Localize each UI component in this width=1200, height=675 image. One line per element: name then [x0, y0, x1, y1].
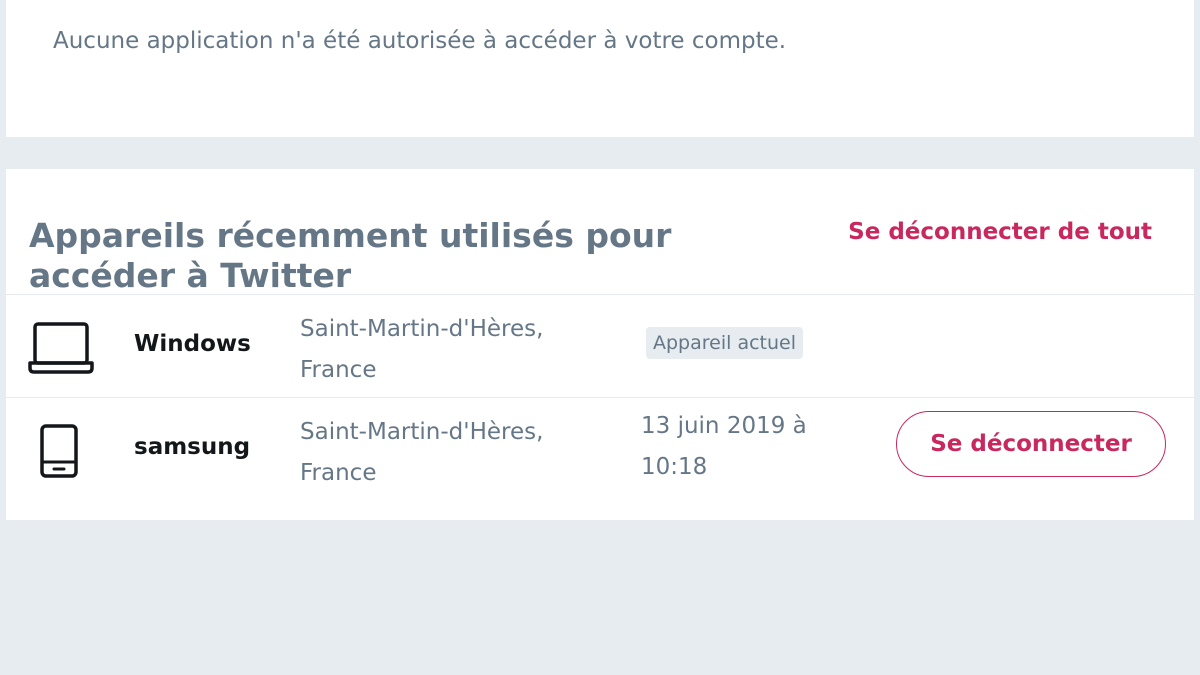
device-row-samsung: samsung Saint-Martin-d'Hères, France 13 …: [6, 398, 1194, 500]
authorized-apps-card: Aucune application n'a été autorisée à a…: [6, 0, 1194, 137]
device-location-line1: Saint-Martin-d'Hères,: [300, 316, 544, 342]
last-login-date: 13 juin 2019 à 10:18: [641, 406, 807, 488]
device-location: Saint-Martin-d'Hères, France: [300, 309, 543, 391]
phone-icon: [40, 424, 78, 478]
device-location: Saint-Martin-d'Hères, France: [300, 412, 543, 494]
logout-device-button[interactable]: Se déconnecter: [896, 411, 1166, 477]
device-location-line2: France: [300, 357, 377, 383]
recent-devices-card: Appareils récemment utilisés pour accéde…: [6, 169, 1194, 520]
current-device-badge: Appareil actuel: [646, 327, 803, 359]
last-login-date-line1: 13 juin 2019 à: [641, 413, 807, 439]
laptop-icon: [28, 322, 94, 374]
device-name: Windows: [134, 331, 251, 357]
devices-section-title: Appareils récemment utilisés pour accéde…: [29, 216, 672, 295]
no-apps-message: Aucune application n'a été autorisée à a…: [53, 28, 787, 54]
last-login-time: 10:18: [641, 454, 708, 480]
device-location-line2: France: [300, 460, 377, 486]
device-location-line1: Saint-Martin-d'Hères,: [300, 419, 544, 445]
device-row-windows: Windows Saint-Martin-d'Hères, France App…: [6, 295, 1194, 397]
device-name: samsung: [134, 434, 251, 460]
logout-all-link[interactable]: Se déconnecter de tout: [848, 219, 1152, 245]
